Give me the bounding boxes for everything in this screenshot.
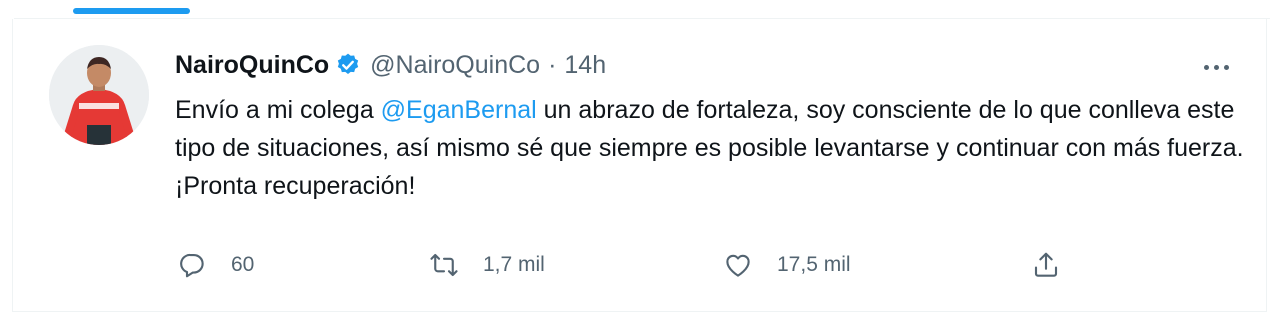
share-button[interactable] (1031, 245, 1061, 285)
like-count: 17,5 mil (777, 253, 851, 276)
avatar[interactable] (49, 45, 149, 145)
reply-count: 60 (231, 253, 255, 276)
like-button[interactable]: 17,5 mil (723, 245, 851, 285)
cyclist-avatar-icon (49, 45, 149, 145)
user-handle[interactable]: @NairoQuinCo (370, 47, 540, 83)
reply-button[interactable]: 60 (177, 245, 254, 285)
more-options-button[interactable] (1196, 55, 1236, 79)
mention-link[interactable]: @EganBernal (381, 96, 537, 124)
reply-bubble-icon (180, 253, 204, 278)
verified-badge-icon (335, 52, 361, 78)
retweet-arrows-icon (430, 253, 458, 277)
share-upload-icon (1034, 252, 1058, 277)
header-separator: · (548, 51, 557, 79)
tweet-card[interactable]: NairoQuinCo @NairoQuinCo · 14h Envío a m… (12, 19, 1267, 312)
display-name[interactable]: NairoQuinCo (175, 47, 329, 83)
tweet-text-before: Envío a mi colega (175, 96, 381, 124)
tweet-actions: 60 1,7 mil 17,5 mil (175, 245, 1075, 285)
retweet-count: 1,7 mil (483, 253, 545, 276)
tweet-timestamp[interactable]: 14h (564, 47, 606, 83)
tweet-text: Envío a mi colega @EganBernal un abrazo … (175, 91, 1255, 205)
tweet-header: NairoQuinCo @NairoQuinCo · 14h (175, 47, 606, 83)
heart-icon (726, 254, 750, 277)
active-tab-indicator (73, 8, 190, 14)
more-dots-icon (1203, 64, 1209, 70)
retweet-button[interactable]: 1,7 mil (429, 245, 545, 285)
